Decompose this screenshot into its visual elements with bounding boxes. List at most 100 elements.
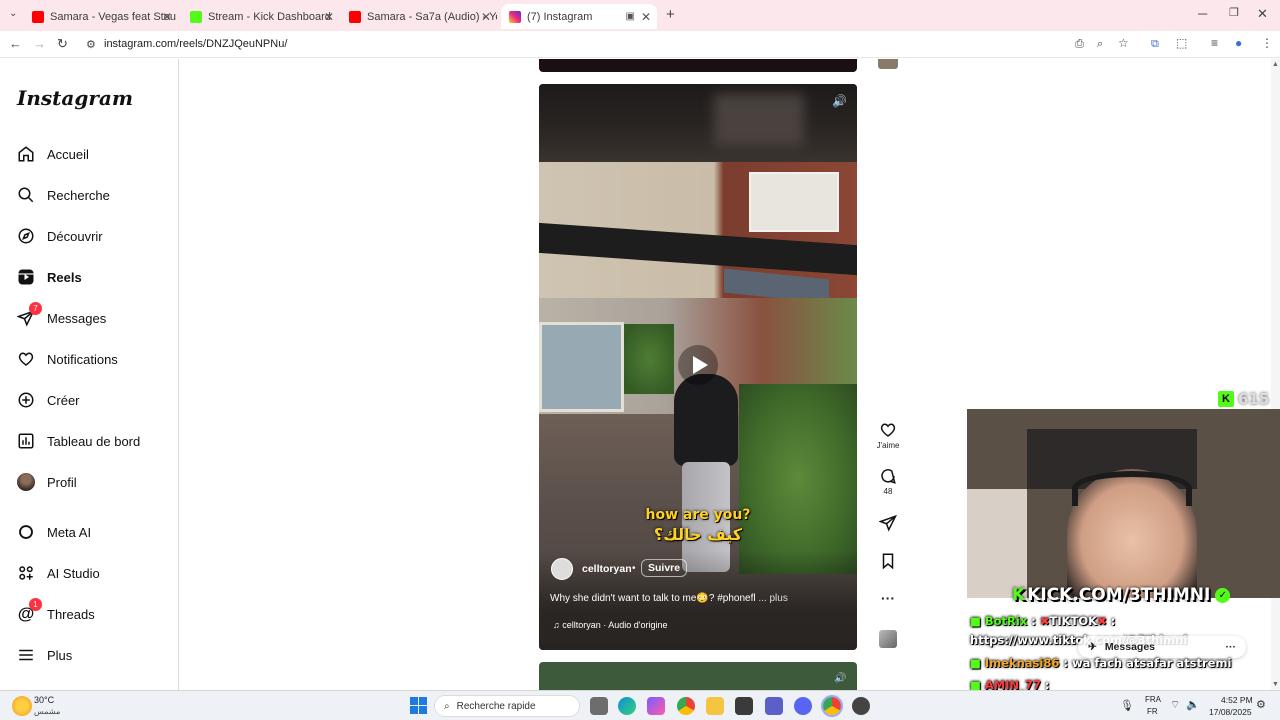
audio-track[interactable]: ♫ celltoryan · Audio d'origine [553, 620, 668, 630]
reels-icon [16, 267, 36, 287]
sidebar-item-threads[interactable]: @1 Threads [16, 598, 95, 626]
taskbar-search[interactable]: ⌕ Recherche rapide [434, 695, 580, 717]
instagram-logo[interactable]: Instagram [17, 86, 133, 110]
window-close-icon[interactable]: ✕ [1257, 6, 1268, 22]
zoom-icon[interactable]: ⌕ [1097, 38, 1103, 51]
previous-reel-edge[interactable] [539, 59, 857, 72]
sidebar-item-tableau-de-bord[interactable]: Tableau de bord [16, 429, 140, 453]
reel-video[interactable]: 🔊 how are you? كيف حالك؟ celltoryan • Su… [539, 84, 857, 650]
obs-icon[interactable] [852, 697, 870, 715]
save-button[interactable] [870, 552, 906, 572]
plants [739, 384, 857, 574]
volume-icon[interactable]: 🔈 [1186, 698, 1200, 711]
tab-search-icon[interactable]: ⌄ [9, 8, 17, 19]
install-icon[interactable]: ⎙ [1075, 38, 1084, 51]
audio-thumbnail[interactable] [870, 630, 906, 650]
messages-popup[interactable]: ✈ Messages ··· [1078, 636, 1246, 658]
forward-icon[interactable]: → [33, 36, 46, 51]
scroll-down-icon[interactable]: ▼ [1272, 681, 1279, 688]
kick-icon: K [1218, 391, 1234, 407]
edge-icon[interactable] [618, 697, 636, 715]
reel-description: Why she didn't want to talk to me😳? #pho… [550, 593, 850, 604]
more-link[interactable]: ... plus [758, 593, 787, 604]
start-icon[interactable] [410, 697, 427, 714]
weather-text: مشمس [34, 707, 61, 716]
microphone-icon[interactable]: 🎙 [1120, 699, 1134, 712]
url-field[interactable]: instagram.com/reels/DNZJQeuNPNu/ [104, 38, 287, 50]
chat-line-1: ■ BotRix : ✖TIKTOK✖ : [970, 614, 1116, 628]
scroll-up-icon[interactable]: ▲ [1272, 61, 1279, 68]
shrub [624, 324, 674, 394]
teams-icon[interactable] [765, 697, 783, 715]
close-icon[interactable]: ✕ [324, 10, 334, 24]
play-button[interactable] [678, 345, 718, 385]
reload-icon[interactable]: ↻ [57, 36, 68, 52]
site-info-icon[interactable]: ⚙ [86, 38, 96, 51]
like-button[interactable]: J'aime [870, 421, 906, 450]
bookmark-star-icon[interactable]: ☆ [1118, 36, 1129, 50]
chrome-active-icon[interactable] [821, 695, 843, 717]
clock-time[interactable]: 4:52 PM [1221, 695, 1253, 705]
close-icon[interactable]: ✕ [641, 10, 651, 24]
video-caption-ar: كيف حالك؟ [653, 525, 743, 544]
play-icon [692, 356, 708, 374]
extension-icon[interactable]: ⧉ [1151, 38, 1159, 51]
sidebar-item-meta-ai[interactable]: Meta AI [16, 520, 91, 544]
close-icon[interactable]: ✕ [481, 10, 491, 24]
sidebar-item-accueil[interactable]: Accueil [16, 142, 89, 166]
tab-3[interactable]: Samara - Sa7a (Audio) - YouTul ✕ [343, 4, 497, 29]
weather-icon[interactable] [12, 696, 32, 716]
profile-icon[interactable]: ● [1235, 36, 1242, 50]
wifi-icon[interactable]: ⌔ [1170, 698, 1180, 712]
notification-bell-icon[interactable]: ⚙ [1256, 698, 1266, 711]
file-explorer-icon[interactable] [706, 697, 724, 715]
clock-date[interactable]: 17/08/2025 [1209, 707, 1252, 717]
language-bottom[interactable]: FR [1147, 707, 1158, 716]
heart-icon [16, 349, 36, 369]
person-hoodie [674, 374, 738, 466]
headphones [1072, 471, 1192, 506]
author-username[interactable]: celltoryan [582, 563, 632, 575]
sidebar-item-creer[interactable]: Créer [16, 388, 80, 412]
sidebar-item-decouvrir[interactable]: Découvrir [16, 224, 103, 248]
share-button[interactable] [870, 514, 906, 534]
sidebar-item-ai-studio[interactable]: AI Studio [16, 561, 100, 585]
follow-button[interactable]: Suivre [641, 559, 688, 577]
maximize-icon[interactable]: ❐ [1229, 6, 1239, 19]
store-icon[interactable] [735, 697, 753, 715]
next-reel-edge[interactable] [539, 662, 857, 690]
minimize-icon[interactable]: ─ [1198, 6, 1207, 21]
ai-studio-icon [16, 563, 36, 583]
more-vert-icon[interactable]: ⋮ [1261, 36, 1273, 50]
threads-badge: 1 [29, 598, 42, 611]
next-reel-mute-icon[interactable]: 🔊 [834, 673, 846, 684]
tab-2[interactable]: Stream - Kick Dashboard ✕ [184, 4, 340, 29]
previous-reel-audio-thumb[interactable] [878, 59, 898, 69]
more-options-icon[interactable]: ··· [870, 590, 906, 606]
sidebar-item-notifications[interactable]: Notifications [16, 347, 118, 371]
description-text: Why she didn't want to talk to me😳? #pho… [550, 593, 756, 604]
sidebar-item-profil[interactable]: Profil [16, 470, 77, 494]
comment-button[interactable]: 48 [870, 467, 906, 496]
new-tab-icon[interactable]: + [666, 6, 675, 23]
author-avatar[interactable] [551, 558, 573, 580]
mute-icon[interactable]: 🔊 [832, 94, 847, 108]
send-icon [878, 514, 897, 532]
tab-4-active[interactable]: (7) Instagram ▣ ✕ [501, 4, 657, 29]
chrome-icon[interactable] [677, 697, 695, 715]
sidebar-item-reels[interactable]: Reels [16, 265, 82, 289]
more-icon[interactable]: ··· [1226, 641, 1237, 653]
back-icon[interactable]: ← [9, 36, 22, 51]
sidebar-item-messages[interactable]: 7 Messages [16, 302, 106, 330]
copilot-icon[interactable] [647, 697, 665, 715]
language-top[interactable]: FRA [1145, 695, 1161, 704]
reading-list-icon[interactable]: ≡ [1211, 36, 1218, 50]
sidebar-item-recherche[interactable]: Recherche [16, 183, 110, 207]
discord-icon[interactable] [794, 697, 812, 715]
sidebar-item-plus[interactable]: Plus [16, 643, 72, 667]
puzzle-icon[interactable]: ⬚ [1176, 36, 1187, 50]
close-icon[interactable]: ✕ [162, 10, 172, 24]
task-view-icon[interactable] [590, 697, 608, 715]
tab-1[interactable]: Samara - Vegas feat Stou (Audi ✕ [26, 4, 178, 29]
address-bar-row: ← → ↻ ⚙ instagram.com/reels/DNZJQeuNPNu/… [0, 31, 1280, 58]
